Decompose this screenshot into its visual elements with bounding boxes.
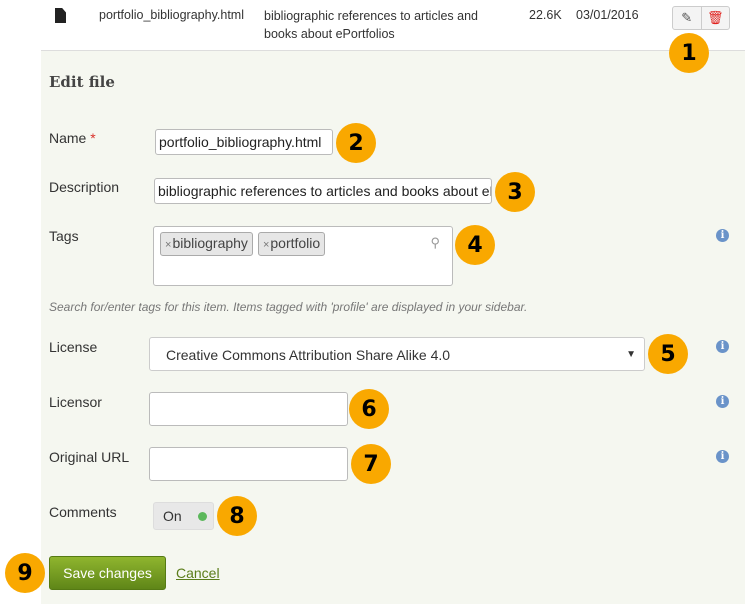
- tag-chip[interactable]: ×bibliography: [160, 232, 253, 256]
- file-name[interactable]: portfolio_bibliography.html: [99, 8, 244, 22]
- licensor-label: Licensor: [49, 394, 102, 410]
- original-url-info-icon[interactable]: i: [716, 450, 729, 463]
- tags-help: Search for/enter tags for this item. Ite…: [49, 300, 528, 314]
- edit-button[interactable]: ✎: [673, 7, 702, 29]
- tag-chip[interactable]: ×portfolio: [257, 232, 326, 256]
- callout-7: 7: [351, 444, 391, 484]
- licensor-info-icon[interactable]: i: [716, 395, 729, 408]
- callout-5: 5: [648, 334, 688, 374]
- licensor-input[interactable]: [149, 392, 348, 426]
- edit-file-panel: [41, 50, 745, 604]
- tag-label: portfolio: [270, 235, 321, 251]
- toggle-state: On: [163, 508, 182, 524]
- file-description: bibliographic references to articles and…: [264, 9, 479, 41]
- callout-2: 2: [336, 123, 376, 163]
- callout-3: 3: [495, 172, 535, 212]
- remove-tag-icon[interactable]: ×: [263, 239, 269, 251]
- original-url-input[interactable]: [149, 447, 348, 481]
- section-title: Edit file: [49, 73, 115, 91]
- tag-label: bibliography: [172, 235, 248, 251]
- file-size: 22.6K: [529, 8, 562, 22]
- tags-info-icon[interactable]: i: [716, 229, 729, 242]
- original-url-label: Original URL: [49, 449, 130, 465]
- description-input[interactable]: bibliographic references to articles and…: [154, 178, 492, 204]
- license-info-icon[interactable]: i: [716, 340, 729, 353]
- name-label: Name *: [49, 130, 96, 146]
- delete-button[interactable]: 🗑: [702, 7, 730, 29]
- row-actions: ✎ 🗑: [672, 6, 730, 30]
- license-label: License: [49, 339, 98, 355]
- trash-icon: 🗑: [706, 10, 724, 25]
- required-marker: *: [90, 130, 96, 146]
- dropdown-arrow-icon: ▼: [626, 349, 636, 360]
- cancel-link[interactable]: Cancel: [176, 565, 220, 581]
- callout-6: 6: [349, 389, 389, 429]
- pencil-icon: ✎: [681, 10, 693, 25]
- save-changes-button[interactable]: Save changes: [49, 556, 166, 590]
- callout-8: 8: [217, 496, 257, 536]
- file-icon: [55, 8, 66, 23]
- callout-9: 9: [5, 553, 45, 593]
- tags-label: Tags: [49, 228, 79, 244]
- callout-1: 1: [669, 33, 709, 73]
- license-value: Creative Commons Attribution Share Alike…: [166, 347, 451, 363]
- name-input[interactable]: portfolio_bibliography.html: [155, 129, 333, 155]
- callout-4: 4: [455, 225, 495, 265]
- search-icon: ⚲: [430, 235, 440, 250]
- file-date: 03/01/2016: [576, 8, 639, 22]
- tags-input[interactable]: ×bibliography ×portfolio ⚲: [153, 226, 453, 286]
- comments-toggle[interactable]: On: [153, 502, 214, 530]
- description-label: Description: [49, 179, 120, 195]
- status-dot-icon: [198, 512, 207, 521]
- comments-label: Comments: [49, 504, 117, 520]
- name-label-text: Name: [49, 130, 87, 146]
- license-select[interactable]: Creative Commons Attribution Share Alike…: [149, 337, 645, 371]
- remove-tag-icon[interactable]: ×: [165, 239, 171, 251]
